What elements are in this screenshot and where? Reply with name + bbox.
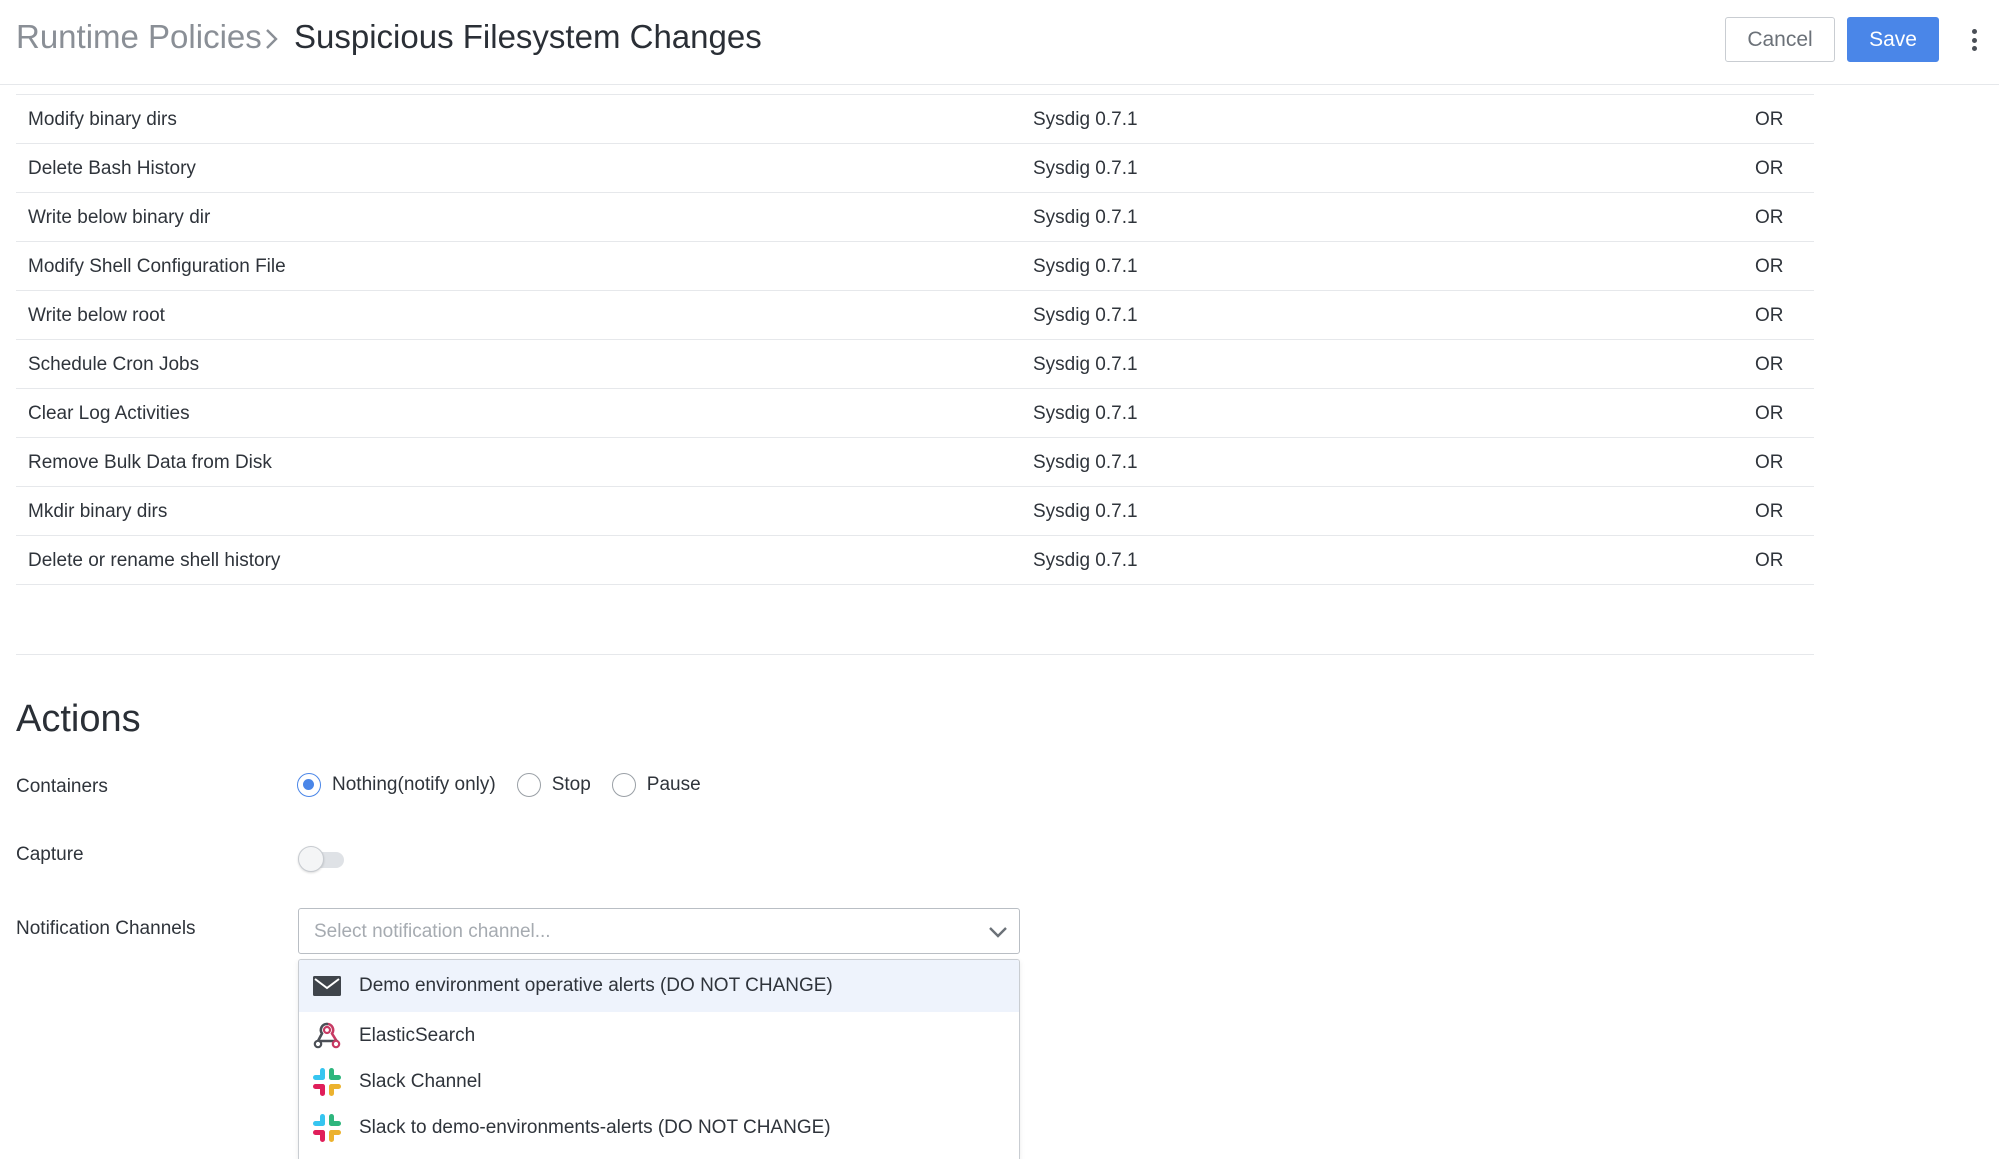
rule-source: Sysdig 0.7.1 (1033, 452, 1138, 473)
option-label: ElasticSearch (359, 1025, 476, 1046)
rule-source: Sysdig 0.7.1 (1033, 501, 1138, 522)
dropdown-option[interactable]: Demo environment operative alerts (DO NO… (299, 960, 1019, 1012)
save-button[interactable]: Save (1847, 17, 1939, 62)
page-header: Runtime Policies Suspicious Filesystem C… (0, 0, 1999, 85)
toggle-knob (298, 846, 324, 872)
radio-nothing-notify-only[interactable]: Nothing(notify only) (297, 773, 496, 797)
table-row: Schedule Cron Jobs Sysdig 0.7.1 OR (16, 340, 1814, 389)
table-row: Delete Bash History Sysdig 0.7.1 OR (16, 144, 1814, 193)
radio-pause[interactable]: Pause (611, 773, 701, 797)
actions-section-title: Actions (16, 698, 141, 740)
capture-toggle[interactable] (298, 846, 346, 872)
rule-operator: OR (1755, 158, 1784, 179)
notification-channels-label: Notification Channels (16, 918, 196, 939)
table-row: Mkdir binary dirs Sysdig 0.7.1 OR (16, 487, 1814, 536)
breadcrumb-parent-link[interactable]: Runtime Policies (16, 18, 262, 56)
table-row: Write below root Sysdig 0.7.1 OR (16, 291, 1814, 340)
table-row: Remove Bulk Data from Disk Sysdig 0.7.1 … (16, 438, 1814, 487)
table-row: Delete or rename shell history Sysdig 0.… (16, 536, 1814, 585)
rule-operator: OR (1755, 305, 1784, 326)
cancel-button[interactable]: Cancel (1725, 17, 1835, 62)
rule-name: Write below root (28, 305, 165, 326)
rule-source: Sysdig 0.7.1 (1033, 109, 1138, 130)
chevron-right-icon (266, 29, 278, 49)
radio-label: Stop (551, 774, 591, 795)
rule-name: Schedule Cron Jobs (28, 354, 200, 375)
option-label: Slack Channel (359, 1071, 482, 1092)
option-label: Slack to demo-environments-alerts (DO NO… (359, 1117, 831, 1138)
email-icon (313, 976, 341, 996)
rule-source: Sysdig 0.7.1 (1033, 354, 1138, 375)
rule-operator: OR (1755, 550, 1784, 571)
radio-label: Pause (646, 774, 701, 795)
containers-radio-group: Nothing(notify only) Stop Pause (297, 773, 722, 797)
notification-channel-select[interactable]: Select notification channel... (298, 908, 1020, 954)
radio-label: Nothing(notify only) (332, 774, 496, 795)
rule-operator: OR (1755, 501, 1784, 522)
radio-checked-icon[interactable] (297, 773, 321, 797)
page-title: Suspicious Filesystem Changes (294, 18, 762, 55)
option-label: Demo environment operative alerts (DO NO… (359, 975, 833, 996)
rule-name: Mkdir binary dirs (28, 501, 168, 522)
rule-operator: OR (1755, 354, 1784, 375)
table-row: Modify binary dirs Sysdig 0.7.1 OR (16, 95, 1814, 144)
rule-name: Remove Bulk Data from Disk (28, 452, 272, 473)
slack-icon (313, 1114, 341, 1142)
slack-icon (313, 1068, 341, 1096)
radio-unchecked-icon[interactable] (611, 773, 636, 797)
rule-source: Sysdig 0.7.1 (1033, 256, 1138, 277)
rule-operator: OR (1755, 109, 1784, 130)
rule-name: Write below binary dir (28, 207, 211, 228)
rule-operator: OR (1755, 403, 1784, 424)
rule-name: Modify Shell Configuration File (28, 256, 286, 277)
rule-operator: OR (1755, 256, 1784, 277)
rule-source: Sysdig 0.7.1 (1033, 305, 1138, 326)
rule-source: Sysdig 0.7.1 (1033, 207, 1138, 228)
capture-label: Capture (16, 844, 84, 865)
radio-unchecked-icon[interactable] (516, 773, 541, 797)
rule-source: Sysdig 0.7.1 (1033, 403, 1138, 424)
rule-name: Clear Log Activities (28, 403, 190, 424)
rule-name: Modify binary dirs (28, 109, 177, 130)
notification-channel-dropdown: Demo environment operative alerts (DO NO… (298, 959, 1020, 1159)
select-placeholder: Select notification channel... (314, 921, 551, 942)
rule-name: Delete or rename shell history (28, 550, 281, 571)
table-row: Modify Shell Configuration File Sysdig 0… (16, 242, 1814, 291)
table-row: Write below binary dir Sysdig 0.7.1 OR (16, 193, 1814, 242)
chevron-down-icon (989, 927, 1007, 938)
rule-source: Sysdig 0.7.1 (1033, 158, 1138, 179)
table-row: Clear Log Activities Sysdig 0.7.1 OR (16, 389, 1814, 438)
dropdown-option[interactable]: Slack Channel (299, 1058, 1019, 1104)
rule-name: Delete Bash History (28, 158, 196, 179)
section-divider (16, 654, 1814, 655)
rule-source: Sysdig 0.7.1 (1033, 550, 1138, 571)
rule-operator: OR (1755, 452, 1784, 473)
containers-label: Containers (16, 776, 108, 797)
more-options-icon[interactable] (1963, 26, 1985, 54)
rule-operator: OR (1755, 207, 1784, 228)
dropdown-option[interactable]: Slack to demo-environments-alerts (DO NO… (299, 1104, 1019, 1150)
rules-table: Modify binary dirs Sysdig 0.7.1 OR Delet… (16, 94, 1814, 585)
webhook-icon (313, 1022, 341, 1049)
dropdown-option[interactable]: ElasticSearch (299, 1012, 1019, 1058)
radio-stop[interactable]: Stop (516, 773, 591, 797)
